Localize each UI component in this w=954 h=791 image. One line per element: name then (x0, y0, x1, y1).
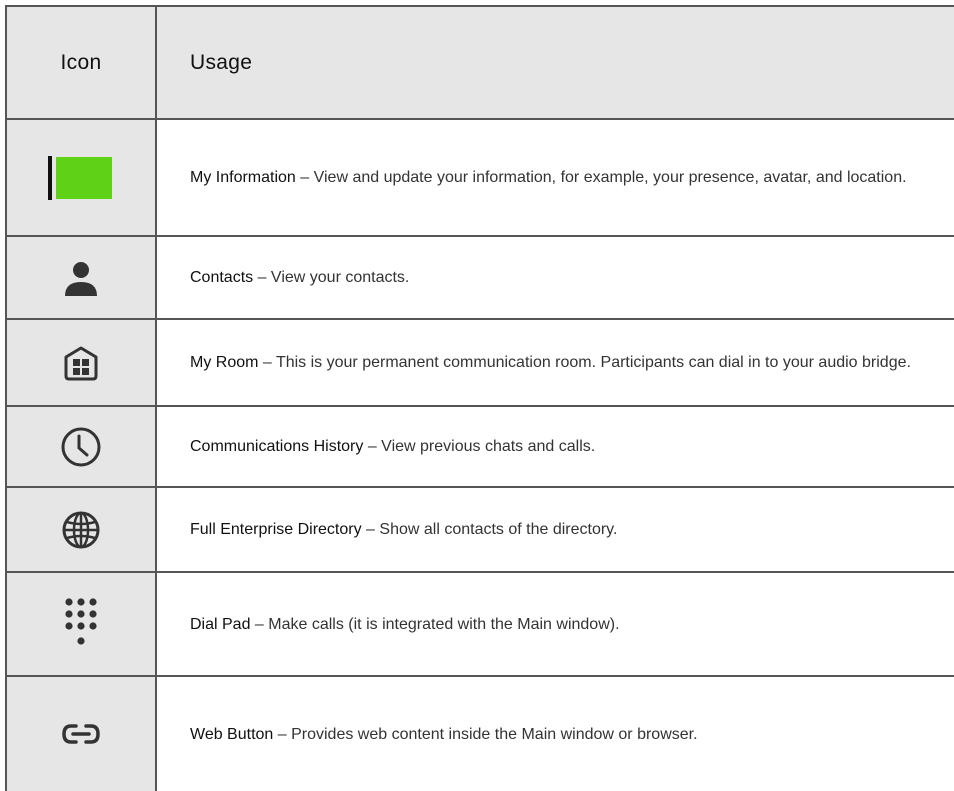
icon-cell (5, 407, 157, 486)
table-header-row: Icon Usage (5, 5, 954, 120)
header-icon-cell: Icon (5, 7, 157, 118)
icon-cell (5, 320, 157, 405)
header-icon-label: Icon (60, 50, 102, 74)
usage-description: Web Button – Provides web content inside… (190, 723, 698, 746)
usage-text: – View your contacts. (253, 269, 410, 286)
usage-text: – View and update your information, for … (295, 169, 907, 186)
usage-description: My Room – This is your permanent communi… (190, 351, 911, 374)
usage-text: – This is your permanent communication r… (258, 354, 911, 371)
usage-term: My Information (190, 169, 296, 186)
usage-cell: My Room – This is your permanent communi… (157, 320, 954, 405)
usage-cell: Web Button – Provides web content inside… (157, 677, 954, 791)
usage-term: My Room (190, 354, 259, 371)
usage-description: Contacts – View your contacts. (190, 266, 409, 289)
table-row: Web Button – Provides web content inside… (5, 677, 954, 791)
usage-term: Web Button (190, 725, 274, 743)
usage-description: Dial Pad – Make calls (it is integrated … (190, 613, 620, 636)
usage-term: Communications History (190, 438, 364, 455)
table-row: Full Enterprise Directory – Show all con… (5, 488, 954, 573)
usage-cell: My Information – View and update your in… (157, 120, 954, 235)
usage-cell: Contacts – View your contacts. (157, 237, 954, 318)
usage-term: Full Enterprise Directory (190, 521, 362, 538)
contact-person-icon (65, 261, 97, 296)
table-row: My Room – This is your permanent communi… (5, 320, 954, 407)
usage-text: – Provides web content inside the Main w… (273, 725, 698, 743)
flag-icon (48, 155, 112, 200)
usage-text: – Show all contacts of the directory. (361, 521, 618, 538)
usage-cell: Dial Pad – Make calls (it is integrated … (157, 573, 954, 675)
usage-cell: Full Enterprise Directory – Show all con… (157, 488, 954, 571)
table-row: Contacts – View your contacts. (5, 237, 954, 320)
header-usage-cell: Usage (157, 7, 954, 118)
usage-cell: Communications History – View previous c… (157, 407, 954, 486)
usage-description: Communications History – View previous c… (190, 435, 595, 458)
icon-usage-table: Icon Usage My Information – View and upd… (5, 5, 954, 791)
table-row: Dial Pad – Make calls (it is integrated … (5, 573, 954, 677)
icon-cell (5, 488, 157, 571)
usage-text: – View previous chats and calls. (363, 438, 596, 455)
usage-description: Full Enterprise Directory – Show all con… (190, 518, 617, 541)
icon-cell (5, 573, 157, 675)
clock-icon (61, 427, 101, 466)
dial-pad-icon (65, 598, 97, 645)
usage-text: – Make calls (it is integrated with the … (250, 615, 620, 633)
table-row: Communications History – View previous c… (5, 407, 954, 488)
icon-cell (5, 677, 157, 791)
link-icon (62, 724, 100, 744)
table-row: My Information – View and update your in… (5, 120, 954, 237)
usage-term: Dial Pad (190, 615, 251, 633)
room-building-icon (64, 346, 98, 380)
header-usage-label: Usage (190, 50, 253, 74)
usage-description: My Information – View and update your in… (190, 166, 907, 189)
icon-cell (5, 237, 157, 318)
globe-icon (62, 511, 100, 548)
icon-cell (5, 120, 157, 235)
usage-term: Contacts (190, 269, 254, 286)
